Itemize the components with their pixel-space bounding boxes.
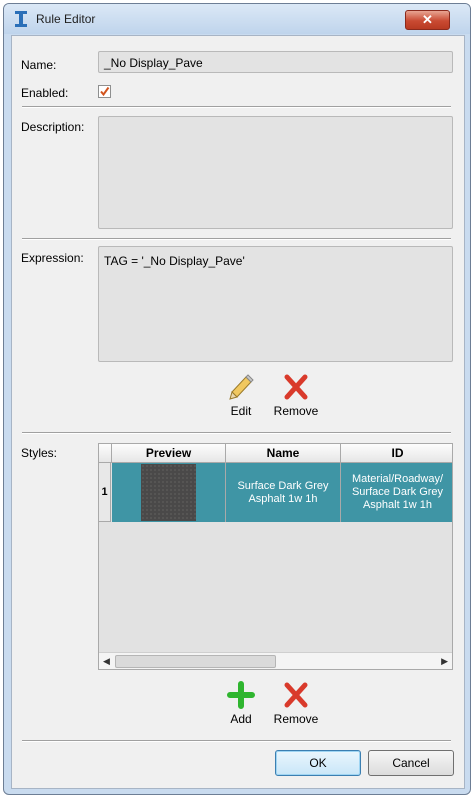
- checkmark-icon: [100, 86, 110, 97]
- expression-field[interactable]: TAG = '_No Display_Pave': [98, 246, 453, 362]
- pencil-icon: [229, 374, 254, 400]
- scroll-left-icon[interactable]: ◀: [103, 656, 110, 667]
- description-label: Description:: [21, 120, 85, 134]
- column-header-name[interactable]: Name: [226, 444, 341, 463]
- enabled-label: Enabled:: [21, 86, 69, 100]
- dialog-body: Name: _No Display_Pave Enabled: Descript…: [11, 35, 465, 789]
- name-value: _No Display_Pave: [104, 56, 203, 70]
- style-id-cell[interactable]: Material/Roadway/ Surface Dark Grey Asph…: [341, 463, 452, 522]
- style-name-cell[interactable]: Surface Dark Grey Asphalt 1w 1h: [226, 463, 341, 522]
- description-field[interactable]: [98, 116, 453, 229]
- name-label: Name:: [21, 58, 57, 72]
- horizontal-scrollbar[interactable]: ◀ ▶: [99, 652, 452, 669]
- add-label: Add: [230, 712, 252, 726]
- close-button[interactable]: ✕: [405, 10, 450, 30]
- table-corner-header: [99, 444, 112, 463]
- scroll-right-icon[interactable]: ▶: [441, 656, 448, 667]
- separator: [22, 740, 451, 742]
- remove-style-button[interactable]: Remove: [270, 680, 322, 730]
- add-style-button[interactable]: Add: [223, 680, 259, 730]
- window-title: Rule Editor: [36, 12, 96, 26]
- styles-table[interactable]: Preview Name ID 1 Surface Dark Grey Asph…: [98, 443, 453, 670]
- scrollbar-thumb[interactable]: [115, 655, 276, 668]
- preview-cell[interactable]: [112, 463, 226, 522]
- remove-x-icon: [284, 682, 308, 708]
- expression-value: TAG = '_No Display_Pave': [104, 254, 245, 268]
- enabled-checkbox[interactable]: [98, 85, 111, 98]
- name-field[interactable]: _No Display_Pave: [98, 51, 453, 73]
- app-icon: [15, 11, 27, 27]
- add-plus-icon: [227, 681, 255, 709]
- styles-label: Styles:: [21, 446, 58, 460]
- close-icon: ✕: [422, 12, 433, 27]
- remove-expression-label: Remove: [273, 404, 319, 418]
- title-bar[interactable]: Rule Editor ✕: [4, 4, 470, 34]
- separator: [22, 106, 451, 108]
- edit-expression-button[interactable]: Edit: [223, 372, 259, 422]
- remove-x-icon: [284, 374, 308, 400]
- remove-style-label: Remove: [273, 712, 319, 726]
- remove-expression-button[interactable]: Remove: [270, 372, 322, 422]
- edit-label: Edit: [230, 404, 252, 418]
- cancel-button[interactable]: Cancel: [368, 750, 454, 776]
- column-header-id[interactable]: ID: [341, 444, 452, 463]
- asphalt-preview-swatch: [141, 464, 196, 521]
- separator: [22, 432, 451, 434]
- separator: [22, 238, 451, 240]
- rule-editor-window: Rule Editor ✕ Name: _No Display_Pave Ena…: [3, 3, 471, 795]
- column-header-preview[interactable]: Preview: [112, 444, 226, 463]
- expression-label: Expression:: [21, 251, 84, 265]
- ok-button[interactable]: OK: [275, 750, 361, 776]
- row-header[interactable]: 1: [99, 463, 111, 522]
